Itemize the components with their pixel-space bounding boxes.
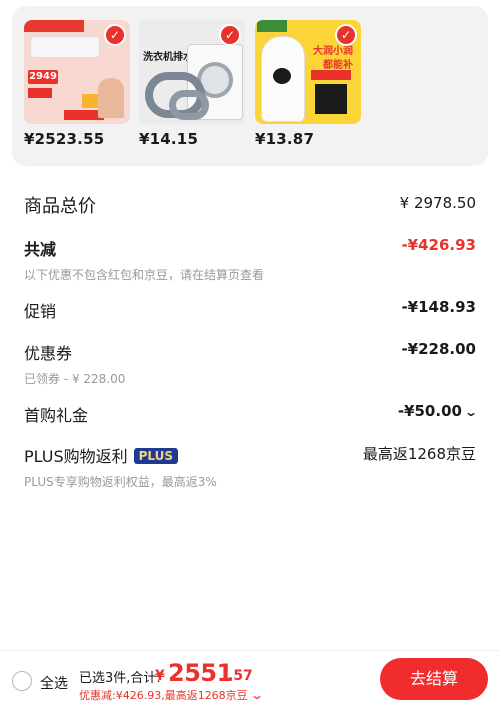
mouse-logo-icon xyxy=(273,68,291,84)
promo-price-tag: 2949 xyxy=(28,70,58,84)
discount-detail-text: 优惠减:¥426.93,最高返1268京豆 xyxy=(79,689,248,702)
product-thumbnail[interactable]: 洗衣机排水 ✓ xyxy=(139,20,245,124)
hose-image xyxy=(169,90,209,120)
reduce-note: 以下优惠不包含红包和京豆，请在结算页查看 xyxy=(24,268,265,282)
product-tag-text: 洗衣机排水 xyxy=(143,52,193,63)
coupon-note: 已领券 - ¥ 228.00 xyxy=(24,372,126,386)
check-icon[interactable]: ✓ xyxy=(219,24,241,46)
shop-tag xyxy=(257,20,287,32)
promotion-row[interactable]: 促销 -¥148.93 xyxy=(24,298,476,322)
check-icon[interactable]: ✓ xyxy=(335,24,357,46)
air-conditioner-image xyxy=(30,36,100,58)
coupon-value: -¥228.00 xyxy=(401,340,476,358)
discount-detail[interactable]: 优惠减:¥426.93,最高返1268京豆 ⌄ xyxy=(79,687,264,703)
checkout-bar: 全选 已选3件,合计: ¥ 2551 .57 优惠减:¥426.93,最高返12… xyxy=(0,650,500,704)
selected-count: 已选3件,合计: xyxy=(79,671,161,686)
first-purchase-row[interactable]: 首购礼金 -¥50.00 ⌄ xyxy=(24,402,479,426)
total-price-value: ¥ 2978.50 xyxy=(399,194,476,212)
checkout-button[interactable]: 去结算 xyxy=(380,658,488,700)
first-purchase-value-wrap[interactable]: -¥50.00 ⌄ xyxy=(397,402,479,420)
product-price: ¥14.15 xyxy=(139,130,199,148)
product-thumbnail[interactable]: 2949 ✓ xyxy=(24,20,130,124)
total-amount-decimal: .57 xyxy=(228,668,253,684)
promo-tag xyxy=(28,88,52,98)
select-all-label[interactable]: 全选 xyxy=(40,673,68,693)
promotion-value: -¥148.93 xyxy=(401,298,476,316)
total-currency: ¥ xyxy=(155,668,165,684)
product-card[interactable]: 大润小润 都能补 ✓ ¥13.87 xyxy=(255,20,361,148)
ad-badge xyxy=(311,70,351,80)
plus-rebate-row[interactable]: PLUS购物返利 PLUS 最高返1268京豆 PLUS专享购物返利权益，最高返3… xyxy=(24,443,476,490)
total-reduce-value: -¥426.93 xyxy=(401,236,476,254)
plus-rebate-value: 最高返1268京豆 xyxy=(362,445,476,463)
check-icon[interactable]: ✓ xyxy=(104,24,126,46)
plus-badge: PLUS xyxy=(133,448,179,464)
plus-rebate-note: PLUS专享购物返利权益，最高返3% xyxy=(24,475,217,489)
patch-image xyxy=(315,84,347,114)
coupon-row[interactable]: 优惠券 -¥228.00 已领券 - ¥ 228.00 xyxy=(24,340,476,387)
selected-products-strip: 2949 ✓ ¥2523.55 洗衣机排水 ✓ ¥14.15 大润小润 都能补 xyxy=(12,6,488,166)
product-price: ¥13.87 xyxy=(255,130,315,148)
total-reduce-row: 共减 -¥426.93 以下优惠不包含红包和京豆，请在结算页查看 xyxy=(24,236,476,283)
chevron-down-icon: ⌄ xyxy=(249,688,264,702)
spokesperson-image xyxy=(98,78,124,118)
plus-rebate-label: PLUS购物返利 xyxy=(24,447,128,466)
first-purchase-value: -¥50.00 xyxy=(397,402,462,420)
select-all-radio[interactable] xyxy=(12,671,32,691)
product-thumbnail[interactable]: 大润小润 都能补 ✓ xyxy=(255,20,361,124)
product-price: ¥2523.55 xyxy=(24,130,105,148)
brand-banner xyxy=(24,20,84,32)
product-card[interactable]: 洗衣机排水 ✓ ¥14.15 xyxy=(139,20,245,148)
chevron-down-icon: ⌄ xyxy=(463,405,479,419)
product-card[interactable]: 2949 ✓ ¥2523.55 xyxy=(24,20,130,148)
total-amount-integer: 2551 xyxy=(168,659,233,687)
ad-text: 都能补 xyxy=(323,60,353,71)
total-price-row: 商品总价 ¥ 2978.50 xyxy=(24,192,476,218)
